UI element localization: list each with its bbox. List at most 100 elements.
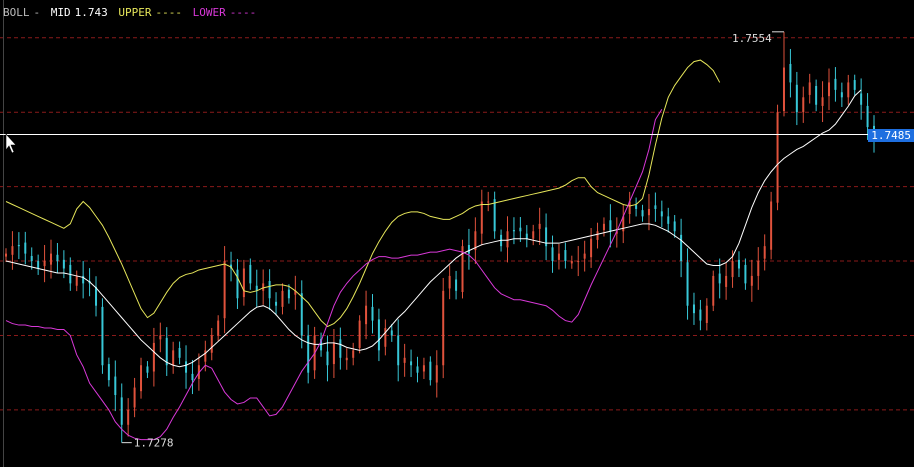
candle-body bbox=[673, 221, 676, 232]
candle-body bbox=[763, 246, 766, 259]
legend-lower-dash: ---- bbox=[229, 6, 257, 19]
candle-body bbox=[744, 264, 747, 284]
max-price-label: 1.7554 bbox=[732, 32, 772, 45]
candle-body bbox=[834, 78, 837, 90]
price-grid bbox=[0, 0, 914, 467]
candle-body bbox=[339, 339, 342, 358]
candle-body bbox=[808, 82, 811, 95]
candle-body bbox=[95, 286, 98, 306]
candle-body bbox=[210, 335, 213, 353]
candle-body bbox=[493, 199, 496, 232]
candle-body bbox=[557, 253, 560, 260]
candle-body bbox=[133, 387, 136, 408]
candle-body bbox=[782, 67, 785, 112]
candle-body bbox=[512, 230, 515, 232]
candle-body bbox=[480, 201, 483, 234]
candle-body bbox=[815, 85, 818, 105]
candle-body bbox=[114, 376, 117, 396]
candle-body bbox=[583, 253, 586, 259]
candle-body bbox=[403, 357, 406, 363]
candle-body bbox=[172, 350, 175, 366]
candle-body bbox=[159, 335, 162, 340]
candle-body bbox=[667, 216, 670, 224]
indicator-legend: BOLL - MID 1.743 UPPER ---- LOWER ---- bbox=[3, 6, 260, 20]
candle-body bbox=[416, 366, 419, 373]
candle-body bbox=[770, 201, 773, 250]
candle-body bbox=[635, 205, 638, 209]
crosshair-price-tag: 1.7485 bbox=[868, 128, 914, 142]
min-price-label: 1.7278 bbox=[134, 437, 174, 450]
candle-body bbox=[146, 366, 149, 373]
upper-band-line bbox=[5, 59, 721, 328]
boll-chart[interactable]: 1.7554 1.7278 bbox=[0, 0, 914, 467]
candle-body bbox=[429, 361, 432, 381]
candle-body bbox=[371, 306, 374, 321]
candle-body bbox=[519, 227, 522, 232]
candle-body bbox=[718, 273, 721, 284]
legend-separator: - bbox=[33, 6, 41, 19]
candle-body bbox=[50, 253, 53, 265]
candle-body bbox=[287, 289, 290, 299]
candle-body bbox=[641, 210, 644, 217]
candle-body bbox=[326, 351, 329, 366]
candle-body bbox=[570, 261, 573, 264]
candle-body bbox=[847, 82, 850, 98]
candle-body bbox=[506, 231, 509, 248]
candle-body bbox=[654, 205, 657, 209]
candle-body bbox=[17, 244, 20, 247]
candle-body bbox=[191, 373, 194, 381]
candle-body bbox=[776, 112, 779, 203]
candle-body bbox=[358, 320, 361, 348]
candle-body bbox=[448, 275, 451, 289]
candle-body bbox=[802, 97, 805, 113]
candle-body bbox=[840, 92, 843, 98]
candle-body bbox=[455, 279, 458, 291]
legend-upper-dash: ---- bbox=[155, 6, 183, 19]
candle-body bbox=[262, 283, 265, 291]
mouse-pointer-icon bbox=[5, 133, 17, 154]
candle-body bbox=[551, 247, 554, 262]
candle-body bbox=[223, 261, 226, 319]
mid-band-line bbox=[5, 89, 862, 368]
candle-body bbox=[56, 254, 59, 262]
candle-body bbox=[602, 223, 605, 231]
candle-body bbox=[525, 233, 528, 239]
candle-body bbox=[101, 306, 104, 366]
candle-body bbox=[11, 246, 14, 255]
candle-body bbox=[827, 82, 830, 97]
candle-body bbox=[821, 97, 824, 106]
candle-body bbox=[853, 80, 856, 90]
candle-body bbox=[242, 268, 245, 298]
candlesticks bbox=[5, 31, 875, 443]
candle-body bbox=[647, 208, 650, 216]
candle-body bbox=[178, 347, 181, 358]
candle-body bbox=[422, 365, 425, 372]
extreme-labels: 1.7554 1.7278 bbox=[121, 31, 784, 450]
candle-body bbox=[307, 335, 310, 373]
candle-body bbox=[345, 357, 348, 361]
candle-body bbox=[352, 350, 355, 358]
candle-body bbox=[737, 259, 740, 269]
candle-body bbox=[577, 261, 580, 263]
candle-body bbox=[435, 365, 438, 383]
candle-body bbox=[281, 290, 284, 307]
candle-body bbox=[217, 320, 220, 336]
candle-body bbox=[127, 409, 130, 425]
candle-body bbox=[712, 275, 715, 306]
candle-body bbox=[397, 335, 400, 366]
candle-body bbox=[596, 231, 599, 240]
legend-indicator-name: BOLL bbox=[3, 6, 30, 19]
candle-body bbox=[538, 223, 541, 229]
candle-body bbox=[757, 261, 760, 276]
candle-body bbox=[487, 201, 490, 203]
candle-body bbox=[377, 319, 380, 351]
candle-body bbox=[660, 211, 663, 217]
candle-body bbox=[43, 261, 46, 267]
legend-mid-label: MID bbox=[50, 6, 71, 19]
candle-body bbox=[165, 337, 168, 366]
candle-body bbox=[365, 305, 368, 325]
candle-body bbox=[24, 242, 27, 254]
candle-body bbox=[140, 365, 143, 392]
candle-body bbox=[152, 342, 155, 372]
candle-body bbox=[75, 275, 78, 286]
